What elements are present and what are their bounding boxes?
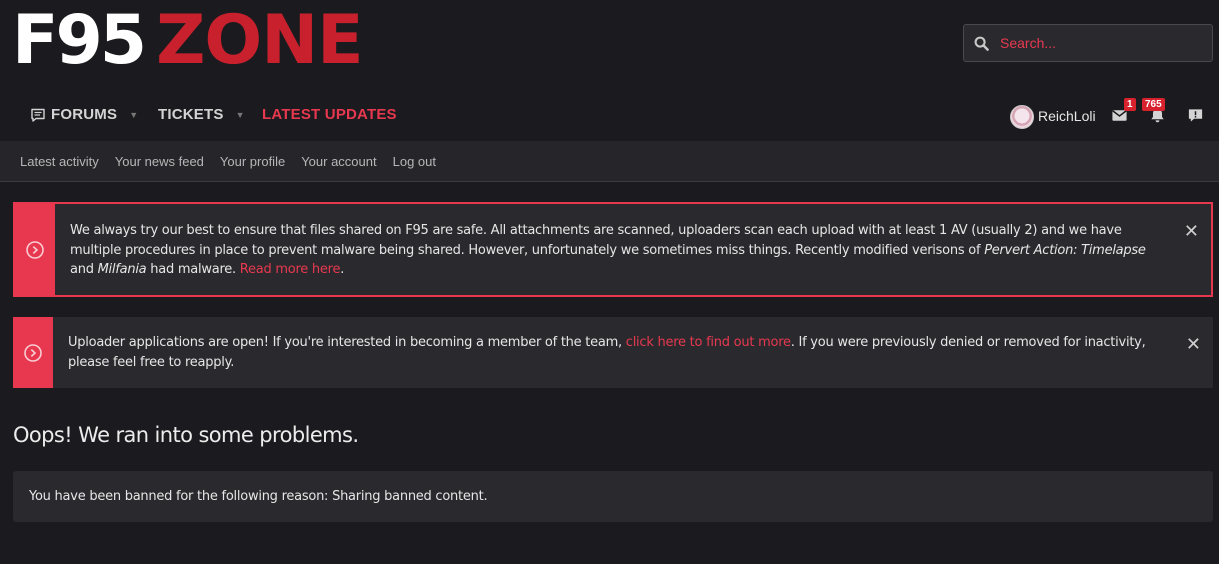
inbox-button[interactable]: 1 bbox=[1111, 98, 1136, 129]
error-message: You have been banned for the following r… bbox=[29, 489, 488, 504]
game-title: Pervert Action: Timelapse bbox=[984, 242, 1146, 258]
inbox-badge: 1 bbox=[1124, 98, 1136, 111]
notice-text: Uploader applications are open! If you'r… bbox=[53, 317, 1213, 388]
nav-latest-updates[interactable]: LATEST UPDATES bbox=[262, 106, 397, 123]
alerts-button[interactable]: 765 bbox=[1142, 98, 1166, 129]
notice-side-bar bbox=[15, 204, 55, 295]
find-out-more-link[interactable]: click here to find out more bbox=[626, 335, 791, 350]
close-icon[interactable]: ✕ bbox=[1186, 334, 1201, 355]
malware-notice: We always try our best to ensure that fi… bbox=[13, 202, 1213, 297]
notice-text-part: . bbox=[340, 262, 345, 277]
game-title: Milfania bbox=[97, 262, 147, 277]
comment-icon bbox=[31, 108, 45, 122]
search-icon bbox=[974, 36, 989, 51]
feedback-button[interactable] bbox=[1187, 107, 1204, 129]
logo-f95-text: F95 bbox=[12, 1, 147, 80]
sub-nav: Latest activity Your news feed Your prof… bbox=[0, 141, 1219, 182]
main-nav: FORUMS ▼ TICKETS ▼ LATEST UPDATES ReichL… bbox=[0, 94, 1219, 141]
nav-tickets-label: TICKETS bbox=[158, 106, 224, 123]
read-more-link[interactable]: Read more here bbox=[240, 262, 341, 277]
site-header: F95 ZONE bbox=[0, 0, 1219, 94]
error-message-box: You have been banned for the following r… bbox=[13, 471, 1213, 522]
close-icon[interactable]: ✕ bbox=[1184, 221, 1199, 242]
nav-tickets[interactable]: TICKETS ▼ bbox=[158, 106, 245, 123]
nav-forums-label: FORUMS bbox=[51, 106, 118, 123]
search-box[interactable] bbox=[963, 24, 1213, 62]
notice-text-part: and bbox=[70, 262, 98, 277]
play-circle-icon bbox=[24, 343, 42, 362]
avatar[interactable] bbox=[1010, 105, 1034, 129]
subnav-latest-activity[interactable]: Latest activity bbox=[20, 154, 99, 169]
notice-text-part: Uploader applications are open! If you'r… bbox=[68, 335, 626, 350]
notice-text-part: had malware. bbox=[146, 262, 240, 277]
speech-exclamation-icon bbox=[1188, 109, 1203, 122]
nav-latest-label: LATEST UPDATES bbox=[262, 106, 397, 123]
subnav-logout[interactable]: Log out bbox=[393, 154, 436, 169]
subnav-news-feed[interactable]: Your news feed bbox=[115, 154, 204, 169]
chevron-down-icon[interactable]: ▼ bbox=[129, 110, 138, 120]
site-logo[interactable]: F95 ZONE bbox=[12, 1, 364, 80]
chevron-down-icon[interactable]: ▼ bbox=[236, 110, 245, 120]
notice-text: We always try our best to ensure that fi… bbox=[55, 204, 1211, 295]
nav-forums[interactable]: FORUMS ▼ bbox=[30, 106, 138, 123]
logo-zone-text: ZONE bbox=[156, 1, 363, 80]
alerts-badge: 765 bbox=[1142, 98, 1165, 111]
search-input[interactable] bbox=[1000, 35, 1200, 51]
page-title: Oops! We ran into some problems. bbox=[13, 423, 359, 447]
notice-text-part: We always try our best to ensure that fi… bbox=[70, 223, 1122, 258]
uploader-notice: Uploader applications are open! If you'r… bbox=[13, 317, 1213, 388]
play-circle-icon bbox=[26, 240, 44, 259]
subnav-account[interactable]: Your account bbox=[301, 154, 376, 169]
username[interactable]: ReichLoli bbox=[1038, 108, 1096, 124]
notice-side-bar bbox=[13, 317, 53, 388]
subnav-profile[interactable]: Your profile bbox=[220, 154, 285, 169]
